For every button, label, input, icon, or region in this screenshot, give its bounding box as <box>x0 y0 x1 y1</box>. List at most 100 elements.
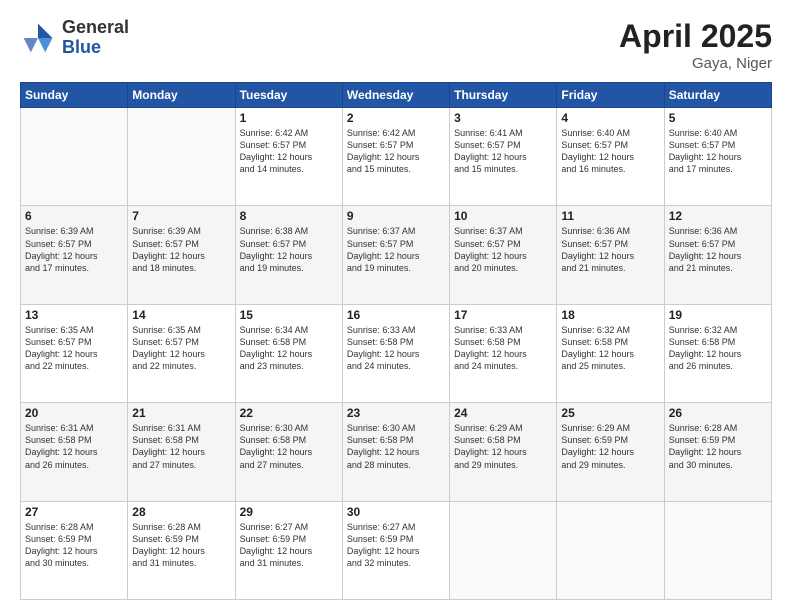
day-info: Sunrise: 6:31 AM Sunset: 6:58 PM Dayligh… <box>25 422 123 471</box>
day-info: Sunrise: 6:29 AM Sunset: 6:58 PM Dayligh… <box>454 422 552 471</box>
day-number: 9 <box>347 209 445 223</box>
day-number: 27 <box>25 505 123 519</box>
header-tuesday: Tuesday <box>235 83 342 108</box>
logo-icon <box>20 20 56 56</box>
table-row: 14 Sunrise: 6:35 AM Sunset: 6:57 PM Dayli… <box>128 304 235 402</box>
day-info: Sunrise: 6:27 AM Sunset: 6:59 PM Dayligh… <box>347 521 445 570</box>
table-row <box>450 501 557 599</box>
table-row: 4Sunrise: 6:40 AM Sunset: 6:57 PM Daylig… <box>557 108 664 206</box>
day-info: Sunrise: 6:39 AM Sunset: 6:57 PM Dayligh… <box>25 225 123 274</box>
day-info: Sunrise: 6:37 AM Sunset: 6:57 PM Dayligh… <box>347 225 445 274</box>
day-info: Sunrise: 6:32 AM Sunset: 6:58 PM Dayligh… <box>561 324 659 373</box>
day-number: 30 <box>347 505 445 519</box>
calendar-week-row: 13Sunrise: 6:35 AM Sunset: 6:57 PM Dayli… <box>21 304 772 402</box>
day-number: 25 <box>561 406 659 420</box>
day-number: 2 <box>347 111 445 125</box>
day-number: 20 <box>25 406 123 420</box>
table-row: 1Sunrise: 6:42 AM Sunset: 6:57 PM Daylig… <box>235 108 342 206</box>
calendar-week-row: 27 Sunrise: 6:28 AM Sunset: 6:59 PM Dayli… <box>21 501 772 599</box>
day-info: Sunrise: 6:37 AM Sunset: 6:57 PM Dayligh… <box>454 225 552 274</box>
table-row: 20 Sunrise: 6:31 AM Sunset: 6:58 PM Dayli… <box>21 403 128 501</box>
logo-general-text: General <box>62 18 129 38</box>
table-row: 11 Sunrise: 6:36 AM Sunset: 6:57 PM Dayli… <box>557 206 664 304</box>
day-number: 23 <box>347 406 445 420</box>
day-number: 1 <box>240 111 338 125</box>
table-row <box>557 501 664 599</box>
day-number: 16 <box>347 308 445 322</box>
calendar-week-row: 1 Sunrise: 6:42 AM Sunset: 6:57 PM Daylig… <box>21 108 772 206</box>
day-info: Sunrise: 6:35 AM Sunset: 6:57 PM Dayligh… <box>132 324 230 373</box>
table-row: 17 Sunrise: 6:33 AM Sunset: 6:58 PM Dayli… <box>450 304 557 402</box>
table-row <box>128 108 235 206</box>
day-info: Sunrise: 6:40 AM Sunset: 6:57 PM Dayligh… <box>669 127 767 176</box>
day-number: 28 <box>132 505 230 519</box>
table-row: 15Sunrise: 6:34 AM Sunset: 6:58 PM Dayli… <box>235 304 342 402</box>
weekday-header-row: Sunday Monday Tuesday Wednesday Thursday… <box>21 83 772 108</box>
day-info: Sunrise: 6:36 AM Sunset: 6:57 PM Dayligh… <box>669 225 767 274</box>
day-info: Sunrise: 6:41 AM Sunset: 6:57 PM Dayligh… <box>454 127 552 176</box>
header-sunday: Sunday <box>21 83 128 108</box>
day-info: Sunrise: 6:28 AM Sunset: 6:59 PM Dayligh… <box>25 521 123 570</box>
page: General Blue April 2025 Gaya, Niger Sund… <box>0 0 792 612</box>
table-row: 6 Sunrise: 6:39 AM Sunset: 6:57 PM Daylig… <box>21 206 128 304</box>
table-row: 18 Sunrise: 6:32 AM Sunset: 6:58 PM Dayli… <box>557 304 664 402</box>
day-number: 29 <box>240 505 338 519</box>
day-number: 22 <box>240 406 338 420</box>
calendar-title: April 2025 <box>619 18 772 55</box>
day-number: 14 <box>132 308 230 322</box>
table-row: 12Sunrise: 6:36 AM Sunset: 6:57 PM Dayli… <box>664 206 771 304</box>
table-row: 7Sunrise: 6:39 AM Sunset: 6:57 PM Daylig… <box>128 206 235 304</box>
table-row: 8Sunrise: 6:38 AM Sunset: 6:57 PM Daylig… <box>235 206 342 304</box>
header: General Blue April 2025 Gaya, Niger <box>20 18 772 72</box>
calendar-table: Sunday Monday Tuesday Wednesday Thursday… <box>20 82 772 600</box>
table-row: 24 Sunrise: 6:29 AM Sunset: 6:58 PM Dayli… <box>450 403 557 501</box>
day-info: Sunrise: 6:30 AM Sunset: 6:58 PM Dayligh… <box>240 422 338 471</box>
table-row: 28 Sunrise: 6:28 AM Sunset: 6:59 PM Dayli… <box>128 501 235 599</box>
day-number: 3 <box>454 111 552 125</box>
day-number: 6 <box>25 209 123 223</box>
logo: General Blue <box>20 18 129 58</box>
day-info: Sunrise: 6:34 AM Sunset: 6:58 PM Dayligh… <box>240 324 338 373</box>
day-number: 4 <box>561 111 659 125</box>
calendar-location: Gaya, Niger <box>619 55 772 72</box>
table-row: 16 Sunrise: 6:33 AM Sunset: 6:58 PM Dayli… <box>342 304 449 402</box>
day-number: 11 <box>561 209 659 223</box>
table-row: 23Sunrise: 6:30 AM Sunset: 6:58 PM Dayli… <box>342 403 449 501</box>
day-number: 18 <box>561 308 659 322</box>
day-number: 10 <box>454 209 552 223</box>
day-number: 7 <box>132 209 230 223</box>
day-info: Sunrise: 6:35 AM Sunset: 6:57 PM Dayligh… <box>25 324 123 373</box>
day-info: Sunrise: 6:31 AM Sunset: 6:58 PM Dayligh… <box>132 422 230 471</box>
table-row: 19 Sunrise: 6:32 AM Sunset: 6:58 PM Dayli… <box>664 304 771 402</box>
header-monday: Monday <box>128 83 235 108</box>
day-number: 17 <box>454 308 552 322</box>
calendar-week-row: 6 Sunrise: 6:39 AM Sunset: 6:57 PM Daylig… <box>21 206 772 304</box>
day-info: Sunrise: 6:38 AM Sunset: 6:57 PM Dayligh… <box>240 225 338 274</box>
table-row: 26 Sunrise: 6:28 AM Sunset: 6:59 PM Dayli… <box>664 403 771 501</box>
logo-blue-text: Blue <box>62 38 129 58</box>
table-row: 9 Sunrise: 6:37 AM Sunset: 6:57 PM Daylig… <box>342 206 449 304</box>
table-row <box>21 108 128 206</box>
day-number: 26 <box>669 406 767 420</box>
logo-text: General Blue <box>62 18 129 58</box>
table-row: 10 Sunrise: 6:37 AM Sunset: 6:57 PM Dayli… <box>450 206 557 304</box>
day-number: 19 <box>669 308 767 322</box>
day-info: Sunrise: 6:36 AM Sunset: 6:57 PM Dayligh… <box>561 225 659 274</box>
day-info: Sunrise: 6:42 AM Sunset: 6:57 PM Dayligh… <box>347 127 445 176</box>
table-row: 2 Sunrise: 6:42 AM Sunset: 6:57 PM Daylig… <box>342 108 449 206</box>
day-info: Sunrise: 6:27 AM Sunset: 6:59 PM Dayligh… <box>240 521 338 570</box>
header-saturday: Saturday <box>664 83 771 108</box>
day-info: Sunrise: 6:33 AM Sunset: 6:58 PM Dayligh… <box>454 324 552 373</box>
day-info: Sunrise: 6:28 AM Sunset: 6:59 PM Dayligh… <box>669 422 767 471</box>
header-wednesday: Wednesday <box>342 83 449 108</box>
day-info: Sunrise: 6:32 AM Sunset: 6:58 PM Dayligh… <box>669 324 767 373</box>
day-number: 24 <box>454 406 552 420</box>
day-info: Sunrise: 6:33 AM Sunset: 6:58 PM Dayligh… <box>347 324 445 373</box>
day-number: 5 <box>669 111 767 125</box>
table-row: 30 Sunrise: 6:27 AM Sunset: 6:59 PM Dayli… <box>342 501 449 599</box>
day-info: Sunrise: 6:29 AM Sunset: 6:59 PM Dayligh… <box>561 422 659 471</box>
day-info: Sunrise: 6:28 AM Sunset: 6:59 PM Dayligh… <box>132 521 230 570</box>
table-row <box>664 501 771 599</box>
table-row: 13Sunrise: 6:35 AM Sunset: 6:57 PM Dayli… <box>21 304 128 402</box>
table-row: 29 Sunrise: 6:27 AM Sunset: 6:59 PM Dayli… <box>235 501 342 599</box>
